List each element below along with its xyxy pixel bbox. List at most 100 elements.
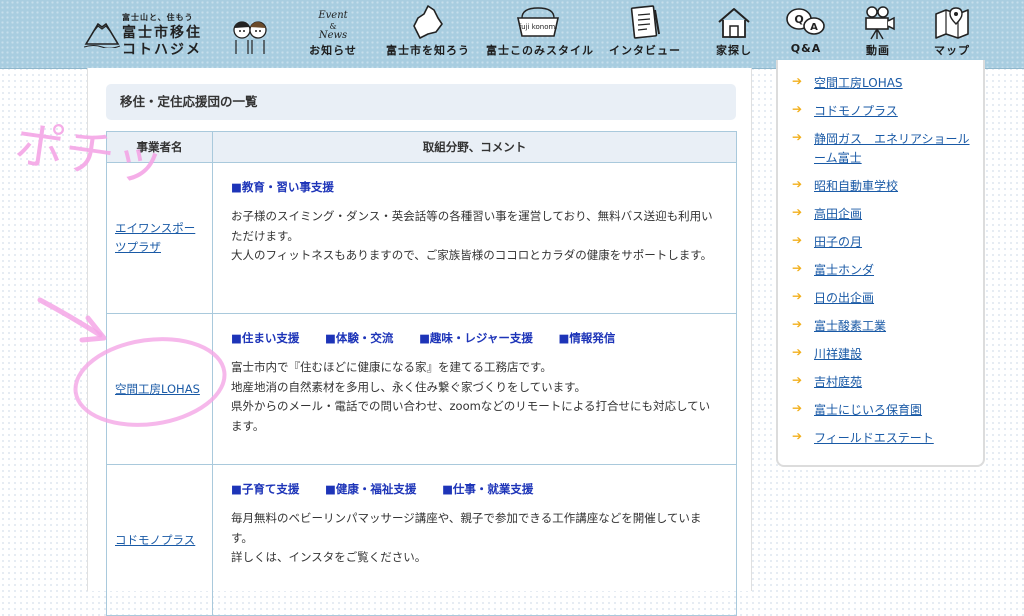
nav-know-fuji-label: 富士市を知ろう xyxy=(386,44,470,57)
arrow-right-icon: ➔ xyxy=(792,261,803,275)
sidebar-item-link[interactable]: 高田企画 xyxy=(814,205,862,224)
nav-map-label: マップ xyxy=(934,44,970,57)
supporters-table: 事業者名 取組分野、コメント エイワンスポーツプラザ ■教育・習い事支援 お子様… xyxy=(106,131,737,616)
arrow-right-icon: ➔ xyxy=(792,177,803,191)
sidebar-item-link[interactable]: 富士酸素工業 xyxy=(814,317,886,336)
table-row: エイワンスポーツプラザ ■教育・習い事支援 お子様のスイミング・ダンス・英会話等… xyxy=(106,162,737,314)
sidebar-supporter-list: ➔ 空間工房LOHAS ➔ コドモノプラス ➔ 静岡ガス エネリアショールーム富士 ➔… xyxy=(776,60,985,467)
logo-title-line2: コトハジメ xyxy=(122,42,202,58)
comment-text: 毎月無料のベビーリンパマッサージ講座や、親子で参加できる工作講座などを開催してい… xyxy=(231,509,718,568)
comment-text: お子様のスイミング・ダンス・英会話等の各種習い事を運営しており、無料バス送迎も利… xyxy=(231,207,718,266)
nav-map[interactable]: マップ xyxy=(924,4,980,58)
table-cell-name: エイワンスポーツプラザ xyxy=(106,162,213,314)
category-tag: ■体験・交流 xyxy=(325,331,394,345)
table-header-row: 事業者名 取組分野、コメント xyxy=(106,131,737,163)
arrow-right-icon: ➔ xyxy=(792,205,803,219)
site-header: 富士山と、住もう 富士市移住 コトハジメ Event & News お知らせ 富… xyxy=(0,0,1024,69)
business-link[interactable]: 空間工房LOHAS xyxy=(115,382,200,396)
section-title: 移住・定住応援団の一覧 xyxy=(106,84,736,120)
nav-video-label: 動画 xyxy=(866,44,890,57)
category-tag: ■仕事・就業支援 xyxy=(442,482,534,496)
nav-qa[interactable]: Q A Q&A xyxy=(778,4,834,55)
sidebar-item-link[interactable]: 昭和自動車学校 xyxy=(814,177,898,196)
arrow-right-icon: ➔ xyxy=(792,401,803,415)
arrow-right-icon: ➔ xyxy=(792,102,803,116)
category-tag: ■趣味・レジャー支援 xyxy=(419,331,533,345)
tag-list: ■子育て支援 ■健康・福祉支援 ■仕事・就業支援 xyxy=(231,481,718,497)
arrow-right-icon: ➔ xyxy=(792,74,803,88)
house-icon xyxy=(718,8,750,38)
category-tag: ■教育・習い事支援 xyxy=(231,180,334,194)
mount-fuji-icon xyxy=(84,22,120,48)
sidebar-item-link[interactable]: フィールドエステート xyxy=(814,429,934,448)
arrow-right-icon: ➔ xyxy=(792,317,803,331)
comment-line: 富士市内で『住むほどに健康になる家』を建てる工務店です。 xyxy=(231,360,552,374)
nav-house-search-label: 家探し xyxy=(716,44,752,57)
business-link[interactable]: エイワンスポーツプラザ xyxy=(115,221,195,254)
svg-text:News: News xyxy=(318,30,347,40)
sidebar-item-link[interactable]: 川祥建設 xyxy=(814,345,862,364)
fuji-style-icon: fuji konomi xyxy=(517,7,559,37)
comment-line: 詳しくは、インスタをご覧ください。 xyxy=(231,550,427,564)
map-icon xyxy=(935,7,969,39)
sidebar-item-link[interactable]: 田子の月 xyxy=(814,233,862,252)
qa-icon: Q A xyxy=(786,8,825,35)
svg-text:Event: Event xyxy=(317,10,348,21)
nav-video[interactable]: 動画 xyxy=(850,4,906,58)
arrow-right-icon: ➔ xyxy=(792,233,803,247)
arrow-right-icon: ➔ xyxy=(792,373,803,387)
sidebar-item-link[interactable]: 日の出企画 xyxy=(814,289,874,308)
comment-line: 県外からのメール・電話での問い合わせ、zoomなどのリモートによる打合せにも対応… xyxy=(231,399,711,433)
comment-line: 大人のフィットネスもありますので、ご家族皆様のココロとカラダの健康をサポートしま… xyxy=(231,248,713,262)
tag-list: ■住まい支援 ■体験・交流 ■趣味・レジャー支援 ■情報発信 xyxy=(231,330,718,346)
table-row: コドモノプラス ■子育て支援 ■健康・福祉支援 ■仕事・就業支援 毎月無料のベビ… xyxy=(106,464,737,616)
table-cell-comment: ■子育て支援 ■健康・福祉支援 ■仕事・就業支援 毎月無料のベビーリンパマッサー… xyxy=(212,464,737,616)
interview-icon xyxy=(630,5,660,39)
arrow-right-icon: ➔ xyxy=(792,429,803,443)
site-logo[interactable]: 富士山と、住もう 富士市移住 コトハジメ xyxy=(84,8,269,60)
nav-news-label: お知らせ xyxy=(309,44,357,57)
arrow-right-icon: ➔ xyxy=(792,289,803,303)
mascot-faces-icon xyxy=(233,21,267,54)
nav-house-search[interactable]: 家探し xyxy=(706,4,762,58)
category-tag: ■子育て支援 xyxy=(231,482,300,496)
column-header-comment: 取組分野、コメント xyxy=(212,131,737,163)
table-cell-name: 空間工房LOHAS xyxy=(106,313,213,465)
sidebar-item-link[interactable]: 富士ホンダ xyxy=(814,261,874,280)
sidebar-item-link[interactable]: コドモノプラス xyxy=(814,102,898,121)
nav-konomi-style-label: 富士このみスタイル xyxy=(486,44,594,57)
event-news-icon: Event & News xyxy=(317,10,348,40)
table-cell-name: コドモノプラス xyxy=(106,464,213,616)
nav-konomi-style[interactable]: fuji konomi 富士このみスタイル xyxy=(486,4,594,58)
sidebar-item-link[interactable]: 空間工房LOHAS xyxy=(814,74,903,93)
arrow-right-icon: ➔ xyxy=(792,345,803,359)
sidebar-item-link[interactable]: 吉村庭苑 xyxy=(814,373,862,392)
tag-list: ■教育・習い事支援 xyxy=(231,179,718,195)
video-camera-icon xyxy=(865,6,895,40)
category-tag: ■住まい支援 xyxy=(231,331,300,345)
svg-text:A: A xyxy=(810,22,818,33)
comment-text: 富士市内で『住むほどに健康になる家』を建てる工務店です。 地産地消の自然素材を多… xyxy=(231,358,718,436)
comment-line: 地産地消の自然素材を多用し、永く住み繋ぐ家づくりをしています。 xyxy=(231,379,587,394)
main-content: 移住・定住応援団の一覧 事業者名 取組分野、コメント エイワンスポーツプラザ ■… xyxy=(87,68,752,616)
sidebar-item-link[interactable]: 静岡ガス エネリアショールーム富士 xyxy=(814,130,974,168)
table-cell-comment: ■教育・習い事支援 お子様のスイミング・ダンス・英会話等の各種習い事を運営してお… xyxy=(212,162,737,314)
arrow-right-icon: ➔ xyxy=(792,130,803,144)
comment-line: お子様のスイミング・ダンス・英会話等の各種習い事を運営しており、無料バス送迎も利… xyxy=(231,209,713,243)
sidebar-item-link[interactable]: 富士にじいろ保育園 xyxy=(814,401,922,420)
business-link[interactable]: コドモノプラス xyxy=(115,533,195,547)
nav-interview[interactable]: インタビュー xyxy=(600,4,690,58)
column-header-name: 事業者名 xyxy=(106,131,213,163)
nav-news[interactable]: Event & News お知らせ xyxy=(302,4,364,58)
category-tag: ■健康・福祉支援 xyxy=(325,482,417,496)
nav-interview-label: インタビュー xyxy=(609,44,681,57)
table-row: 空間工房LOHAS ■住まい支援 ■体験・交流 ■趣味・レジャー支援 ■情報発信… xyxy=(106,313,737,465)
fuji-map-icon xyxy=(413,5,443,39)
svg-text:fuji konomi: fuji konomi xyxy=(519,23,558,31)
nav-know-fuji[interactable]: 富士市を知ろう xyxy=(378,4,478,58)
nav-qa-label: Q&A xyxy=(790,42,822,55)
category-tag: ■情報発信 xyxy=(558,331,616,345)
svg-text:Q: Q xyxy=(794,13,803,26)
comment-line: 毎月無料のベビーリンパマッサージ講座や、親子で参加できる工作講座などを開催してい… xyxy=(231,511,702,545)
table-cell-comment: ■住まい支援 ■体験・交流 ■趣味・レジャー支援 ■情報発信 富士市内で『住むほ… xyxy=(212,313,737,465)
